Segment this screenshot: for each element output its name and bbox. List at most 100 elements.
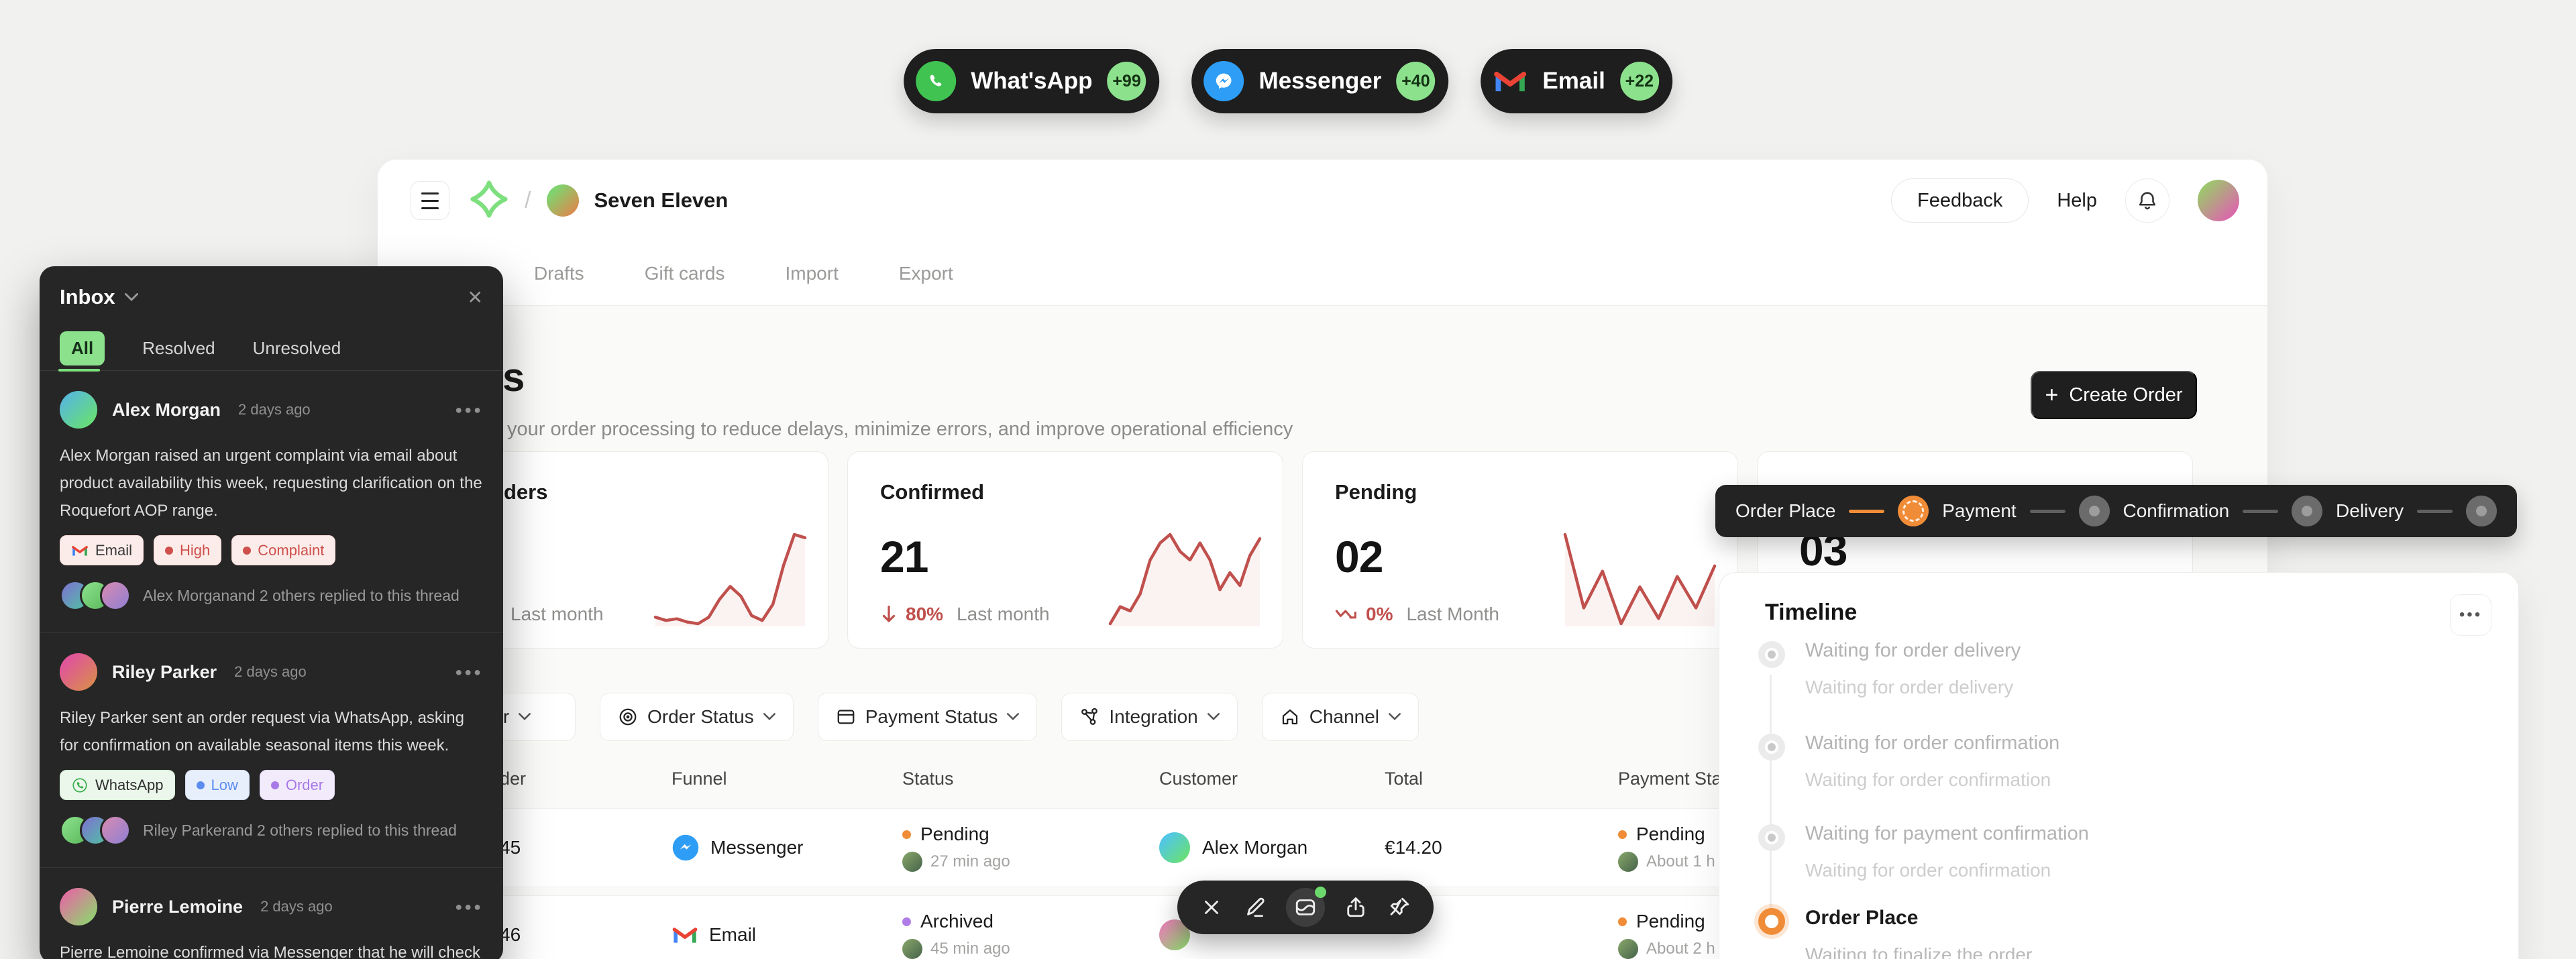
- sender-name: Alex Morgan: [112, 400, 221, 420]
- inbox-tab-all[interactable]: All: [60, 331, 105, 365]
- pin-icon[interactable]: [1387, 895, 1412, 920]
- card-value: 02: [1335, 531, 1383, 582]
- card-value: 21: [880, 531, 928, 582]
- messenger-icon: [672, 834, 700, 862]
- inbox-message[interactable]: Pierre Lemoine 2 days ago ●●● Pierre Lem…: [40, 868, 503, 959]
- timeline-item-subtitle: Waiting to finalize the order: [1805, 944, 2409, 959]
- messenger-pill-label: Messenger: [1259, 68, 1382, 95]
- messenger-count-badge: +40: [1396, 62, 1435, 101]
- inbox-tray-icon[interactable]: [1286, 888, 1325, 927]
- inbox-message[interactable]: Alex Morgan 2 days ago ●●● Alex Morgan r…: [40, 371, 503, 633]
- user-avatar[interactable]: [2198, 180, 2239, 221]
- customer-name: Alex Morgan: [1202, 837, 1307, 858]
- page-title: s: [502, 354, 525, 400]
- message-body: Alex Morgan raised an urgent complaint v…: [60, 442, 483, 524]
- chevron-down-icon: [125, 293, 138, 302]
- timeline-item-subtitle: Waiting for order confirmation: [1805, 860, 2409, 881]
- timeline-menu-button[interactable]: •••: [2450, 594, 2491, 636]
- inbox-message[interactable]: Riley Parker 2 days ago ●●● Riley Parker…: [40, 633, 503, 868]
- status-time: 45 min ago: [930, 940, 1010, 958]
- whatsapp-count-badge: +99: [1108, 62, 1146, 101]
- tag-label: Order: [286, 777, 323, 794]
- app-logo-icon[interactable]: [470, 180, 508, 222]
- email-count-badge: +22: [1620, 62, 1659, 101]
- card-title: Confirmed: [880, 480, 984, 504]
- channel-notification-pills: What'sApp +99 Messenger +40 Email +22: [904, 49, 1672, 113]
- column-customer: Customer: [1159, 769, 1385, 789]
- whatsapp-pill[interactable]: What'sApp +99: [904, 49, 1159, 113]
- plus-icon: +: [2045, 382, 2058, 408]
- integration-filter-chip[interactable]: Integration: [1061, 693, 1237, 741]
- message-time: 2 days ago: [234, 663, 307, 681]
- tag-label: Complaint: [258, 542, 324, 559]
- breadcrumb-separator: /: [525, 188, 531, 214]
- chevron-down-icon: [763, 713, 775, 721]
- payment-status-label: Pending: [1636, 824, 1705, 845]
- tag-label: High: [180, 542, 210, 559]
- close-icon[interactable]: ✕: [468, 286, 483, 308]
- timeline-title: Timeline: [1765, 600, 1857, 626]
- messenger-pill[interactable]: Messenger +40: [1192, 49, 1449, 113]
- filter-label: Order Status: [647, 706, 754, 728]
- tab-drafts[interactable]: Drafts: [534, 263, 584, 284]
- close-icon[interactable]: [1199, 895, 1224, 920]
- order-status-filter-chip[interactable]: Order Status: [600, 693, 794, 741]
- inbox-tab-unresolved[interactable]: Unresolved: [253, 338, 341, 359]
- trend-down-icon: [880, 604, 898, 624]
- reply-summary: Riley Parkerand 2 others replied to this…: [143, 822, 457, 840]
- messenger-icon: [1204, 61, 1244, 101]
- timeline-pending-icon: [1758, 734, 1785, 760]
- nodes-icon: [1079, 707, 1099, 727]
- more-options-icon[interactable]: ●●●: [455, 403, 483, 417]
- message-body: Riley Parker sent an order request via W…: [60, 704, 483, 759]
- timeline-connector: [1770, 675, 1772, 921]
- payment-status-filter-chip[interactable]: Payment Status: [818, 693, 1038, 741]
- menu-button[interactable]: [411, 181, 449, 220]
- email-pill[interactable]: Email +22: [1481, 49, 1672, 113]
- active-tab-underline: [58, 369, 100, 372]
- inbox-title: Inbox: [60, 285, 115, 309]
- card-title: Pending: [1335, 480, 1417, 504]
- payment-status-dot: [1618, 917, 1627, 926]
- timeline-item: Waiting for order delivery Waiting for o…: [1758, 640, 2409, 698]
- stats-card-confirmed: Confirmed 21 80% Last month: [847, 451, 1283, 648]
- inbox-title-dropdown[interactable]: Inbox: [60, 285, 138, 309]
- message-time: 2 days ago: [260, 898, 333, 915]
- share-icon[interactable]: [1343, 895, 1368, 920]
- timeline-panel: Timeline ••• Waiting for order delivery …: [1719, 572, 2519, 959]
- card-title: ders: [504, 480, 547, 504]
- channel-filter-chip[interactable]: Channel: [1262, 693, 1419, 741]
- card-period: Last month: [511, 604, 604, 625]
- tab-gift-cards[interactable]: Gift cards: [645, 263, 725, 284]
- status-label: Archived: [920, 911, 994, 932]
- inbox-tab-resolved[interactable]: Resolved: [142, 338, 215, 359]
- more-options-icon[interactable]: ●●●: [455, 900, 483, 914]
- notifications-bell-button[interactable]: [2125, 178, 2169, 223]
- more-options-icon[interactable]: ●●●: [455, 665, 483, 679]
- card-period: Last Month: [1406, 604, 1499, 625]
- create-order-button[interactable]: + Create Order: [2031, 371, 2197, 419]
- timeline-item-title: Order Place: [1805, 907, 2409, 929]
- help-link[interactable]: Help: [2057, 190, 2097, 212]
- inbox-tabs: All Resolved Unresolved: [40, 327, 503, 371]
- reply-avatars: [60, 580, 131, 611]
- step-circle-active: [1898, 496, 1929, 526]
- message-body: Pierre Lemoine confirmed via Messenger t…: [60, 939, 483, 959]
- payment-status-dot: [1618, 830, 1627, 839]
- whatsapp-icon: [71, 777, 89, 794]
- tab-export[interactable]: Export: [899, 263, 953, 284]
- edit-icon[interactable]: [1242, 895, 1268, 920]
- timeline-item: Waiting for order confirmation Waiting f…: [1758, 732, 2409, 791]
- timeline-item-title: Waiting for payment confirmation: [1805, 823, 2409, 845]
- tab-bar: Drafts Gift cards Import Export: [378, 241, 2267, 306]
- chevron-down-icon: [1007, 713, 1019, 721]
- top-bar: / Seven Eleven Feedback Help: [378, 160, 2267, 241]
- feedback-button[interactable]: Feedback: [1891, 178, 2029, 223]
- chevron-down-icon: [1389, 713, 1401, 721]
- step-connector: [2417, 510, 2453, 513]
- avatar: [1618, 939, 1638, 959]
- order-id: 46: [500, 924, 672, 946]
- tag-label: Email: [95, 542, 132, 559]
- tag-high: High: [154, 535, 221, 565]
- tab-import[interactable]: Import: [786, 263, 839, 284]
